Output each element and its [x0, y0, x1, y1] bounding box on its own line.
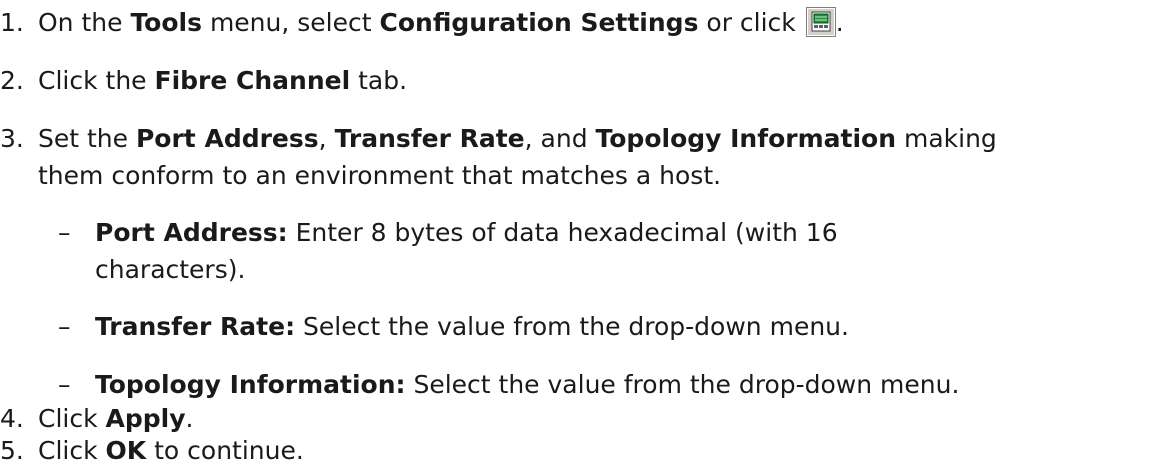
substep-label: Port Address:	[95, 218, 288, 247]
substep-label: Transfer Rate:	[95, 312, 296, 341]
step-2: 2. Click the Fibre Channel tab.	[0, 62, 1150, 99]
step-3: 3. Set the Port Address, Transfer Rate, a…	[0, 120, 1150, 157]
tools-menu-label: Tools	[130, 8, 202, 37]
step-5: 5. Click OK to continue.	[0, 432, 1150, 469]
apply-label: Apply	[105, 404, 186, 433]
substep-port-address: – Port Address: Enter 8 bytes of data hex…	[58, 214, 838, 251]
substep-transfer-rate: – Transfer Rate: Select the value from th…	[58, 308, 849, 345]
step-number: 1.	[0, 8, 24, 37]
substep-label: Topology Information:	[95, 370, 406, 399]
step-3-continuation: them conform to an environment that matc…	[38, 161, 722, 190]
port-address-label: Port Address	[135, 124, 319, 153]
configuration-settings-icon[interactable]	[805, 7, 836, 37]
transfer-rate-label: Transfer Rate	[334, 124, 525, 153]
dash-bullet: –	[58, 218, 71, 247]
configuration-settings-label: Configuration Settings	[379, 8, 699, 37]
dash-bullet: –	[58, 312, 71, 341]
step-number: 5.	[0, 436, 24, 465]
substep-topology-information: – Topology Information: Select the value …	[58, 366, 959, 403]
topology-information-label: Topology Information	[595, 124, 897, 153]
fibre-channel-tab-label: Fibre Channel	[154, 66, 351, 95]
step-number: 3.	[0, 124, 24, 153]
ok-label: OK	[105, 436, 147, 465]
substep-port-address-continuation: characters).	[95, 255, 246, 284]
step-1: 1. On the Tools menu, select Configuratio…	[0, 4, 1150, 41]
dash-bullet: –	[58, 370, 71, 399]
step-number: 2.	[0, 66, 24, 95]
